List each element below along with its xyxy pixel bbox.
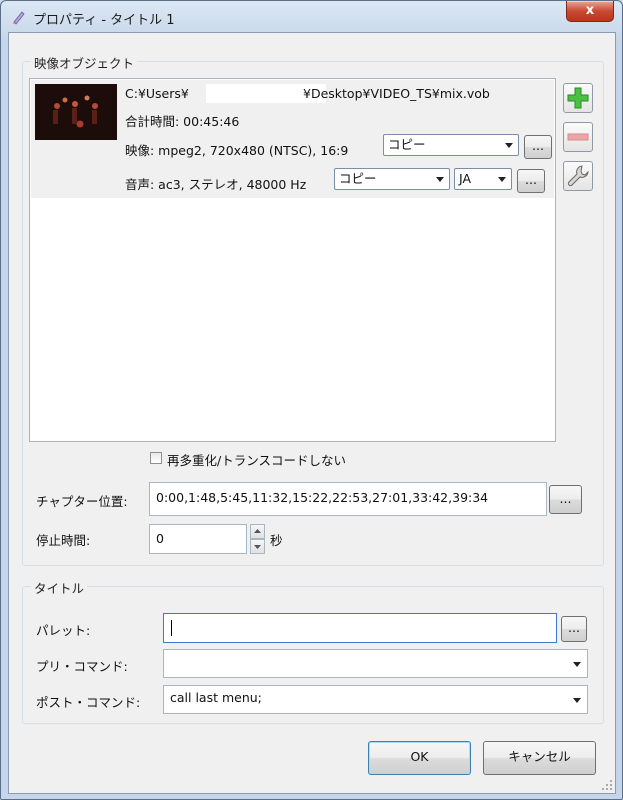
audio-mode-value: コピー	[339, 171, 377, 186]
no-reencode-checkbox[interactable]	[150, 452, 162, 464]
add-object-button[interactable]	[563, 83, 593, 113]
chapter-edit-button[interactable]: ...	[549, 485, 582, 514]
chevron-down-icon	[573, 698, 581, 703]
minus-icon	[567, 133, 589, 141]
audio-language-value: JA	[459, 171, 472, 186]
chevron-up-icon	[254, 529, 261, 533]
resize-grip-icon[interactable]	[601, 779, 613, 791]
audio-info-text: 音声: ac3, ステレオ, 48000 Hz	[125, 177, 307, 192]
text-cursor	[171, 620, 172, 636]
palette-edit-button[interactable]: ...	[561, 616, 587, 642]
pause-spinner-up[interactable]	[250, 524, 265, 539]
chevron-down-icon	[573, 662, 581, 667]
post-command-value: call last menu;	[170, 690, 262, 705]
list-item[interactable]: C:¥Users¥ ¥Desktop¥VIDEO_TS¥mix.vob 合計時間…	[31, 80, 554, 198]
chevron-down-icon	[436, 177, 444, 182]
video-mode-value: コピー	[388, 137, 426, 152]
post-command-label: ポスト・コマンド:	[36, 695, 141, 710]
remove-object-button[interactable]	[563, 122, 593, 152]
video-info-text: 映像: mpeg2, 720x480 (NTSC), 16:9	[125, 143, 349, 158]
no-reencode-label: 再多重化/トランスコードしない	[167, 453, 346, 468]
source-path-suffix: ¥Desktop¥VIDEO_TS¥mix.vob	[303, 86, 490, 101]
pre-command-select[interactable]	[163, 649, 588, 678]
audio-language-select[interactable]: JA	[454, 168, 512, 190]
dialog-body: 映像オブジェクト C:¥Users¥ ¥Desktop¥VIDEO_TS¥mix…	[8, 32, 616, 794]
video-thumbnail	[35, 84, 117, 140]
app-icon	[13, 11, 25, 25]
wrench-icon	[567, 165, 589, 187]
duration-text: 合計時間: 00:45:46	[125, 114, 240, 129]
pause-input[interactable]: 0	[149, 524, 247, 554]
audio-mode-select[interactable]: コピー	[334, 168, 450, 190]
window-title: プロパティ - タイトル 1	[33, 13, 175, 28]
title-group-title: タイトル	[31, 578, 88, 597]
source-path-prefix: C:¥Users¥	[125, 86, 189, 101]
video-mode-select[interactable]: コピー	[383, 134, 519, 156]
pause-label: 停止時間:	[36, 533, 91, 548]
plus-icon	[567, 87, 589, 109]
palette-input[interactable]	[163, 613, 557, 643]
video-object-group-title: 映像オブジェクト	[31, 53, 138, 72]
properties-dialog: プロパティ - タイトル 1 x 映像オブジェクト C:¥Users¥ ¥Des…	[0, 0, 623, 800]
chapter-label: チャプター位置:	[36, 494, 128, 509]
chevron-down-icon	[254, 545, 261, 549]
chevron-down-icon	[498, 177, 506, 182]
cancel-button[interactable]: キャンセル	[483, 741, 596, 775]
chevron-down-icon	[505, 143, 513, 148]
thumbnail-image	[35, 84, 117, 140]
title-bar[interactable]: プロパティ - タイトル 1 x	[1, 1, 622, 33]
edit-object-button[interactable]	[563, 161, 593, 191]
ok-button[interactable]: OK	[368, 741, 471, 775]
pre-command-label: プリ・コマンド:	[36, 659, 128, 674]
palette-label: パレット:	[36, 623, 91, 638]
close-button[interactable]: x	[566, 1, 614, 22]
audio-settings-button[interactable]: ...	[517, 169, 545, 193]
video-settings-button[interactable]: ...	[524, 135, 552, 159]
post-command-select[interactable]: call last menu;	[163, 685, 588, 714]
video-object-list[interactable]: C:¥Users¥ ¥Desktop¥VIDEO_TS¥mix.vob 合計時間…	[29, 78, 556, 442]
pause-unit: 秒	[270, 533, 283, 548]
pause-spinner-down[interactable]	[250, 539, 265, 554]
chapter-input[interactable]: 0:00,1:48,5:45,11:32,15:22,22:53,27:01,3…	[149, 482, 547, 516]
